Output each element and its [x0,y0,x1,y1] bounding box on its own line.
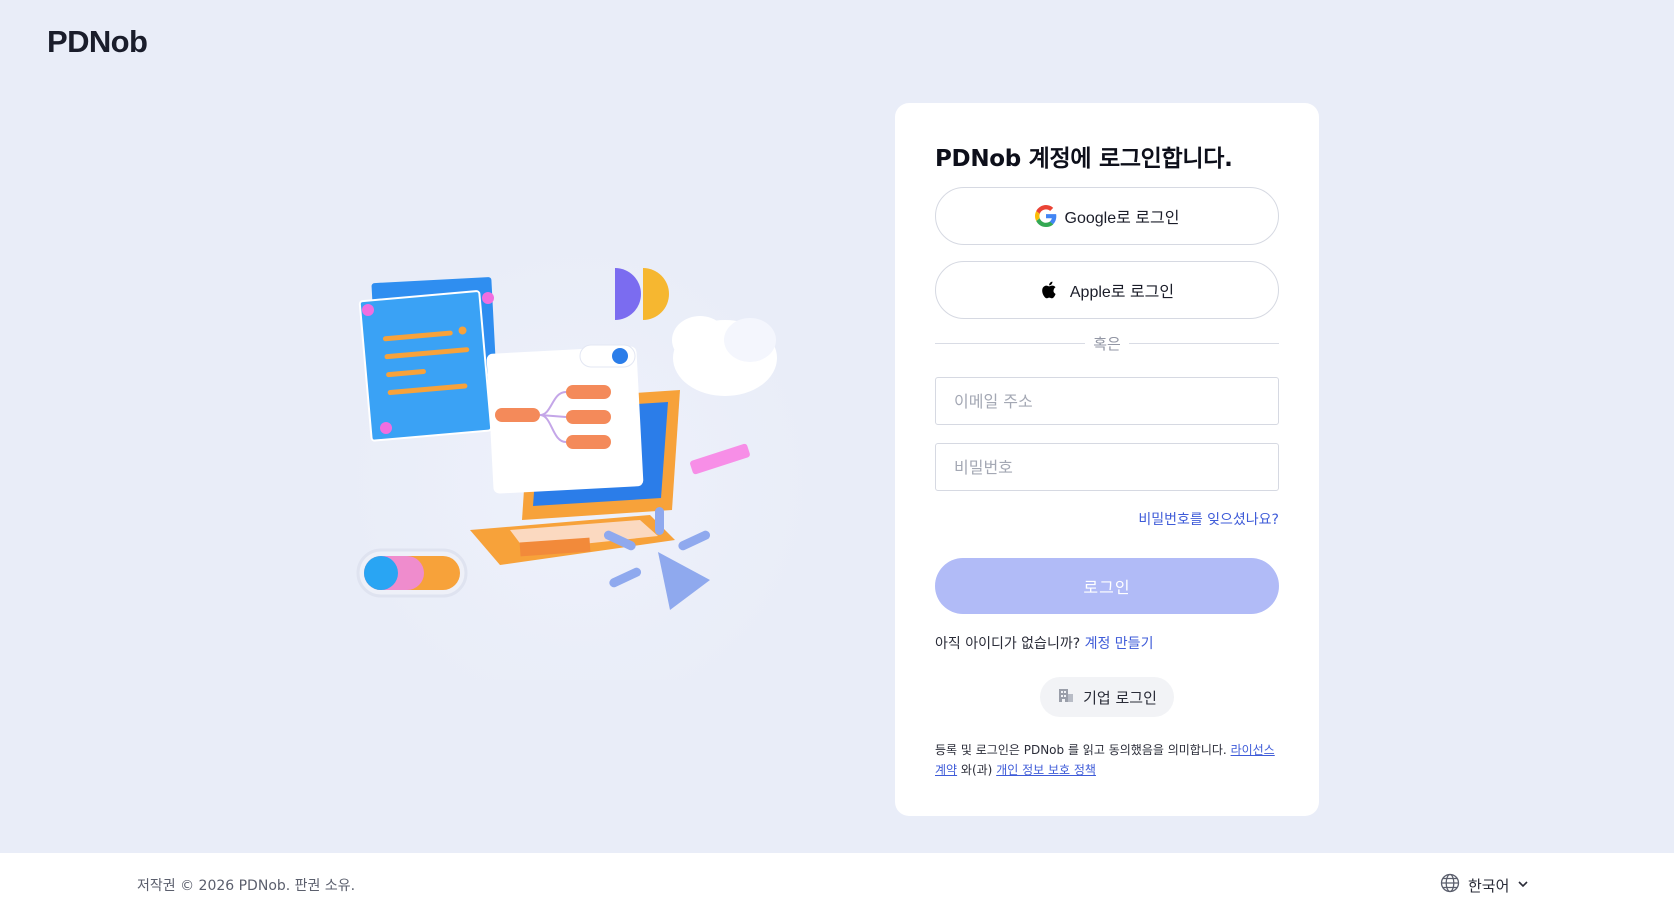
create-account-link[interactable]: 계정 만들기 [1085,636,1154,652]
no-account-text: 아직 아이디가 없습니까? [935,636,1081,652]
google-icon [1034,205,1057,227]
logo[interactable]: PDNob [47,24,148,60]
login-page: PDNob PDNob 계정에 로그인합니다. Google로 로그인 Appl… [0,0,1674,918]
enterprise-login-label: 기업 로그인 [1083,688,1157,707]
login-button[interactable]: 로그인 [935,558,1279,614]
globe-icon [1440,873,1460,897]
terms-prefix: 등록 및 로그인은 PDNob 를 읽고 동의했음을 의미합니다. [935,743,1227,757]
hero-illustration [340,240,820,680]
apple-login-button[interactable]: Apple로 로그인 [935,261,1279,319]
privacy-policy-link[interactable]: 개인 정보 보호 정책 [996,763,1096,777]
apple-icon [1040,279,1062,301]
signup-prompt: 아직 아이디가 없습니까? 계정 만들기 [935,633,1153,653]
or-divider: 혹은 [935,333,1280,353]
google-login-button[interactable]: Google로 로그인 [935,187,1279,245]
google-login-label: Google로 로그인 [1064,210,1180,227]
apple-login-label: Apple로 로그인 [1069,284,1175,301]
copyright-text: 저작권 © 2026 PDNob. 판권 소유. [137,878,356,894]
divider-line-right [1128,342,1280,344]
login-card: PDNob 계정에 로그인합니다. Google로 로그인 Apple로 로그인 [895,103,1319,816]
forgot-password-link[interactable]: 비밀번호를 잊으셨나요? [1138,509,1279,529]
language-selector[interactable]: 한국어 [1440,872,1529,898]
illustration-graphic [356,268,777,610]
password-field[interactable] [935,443,1279,491]
language-label: 한국어 [1468,876,1510,895]
footer: 저작권 © 2026 PDNob. 판권 소유. 한국어 [0,853,1674,918]
terms-and: 와(과) [960,763,993,777]
divider-text: 혹은 [1093,334,1121,353]
terms-notice: 등록 및 로그인은 PDNob 를 읽고 동의했음을 의미합니다. 라이선스계약… [935,740,1279,780]
enterprise-login-button[interactable]: 기업 로그인 [1040,677,1174,717]
building-icon [1057,686,1075,708]
email-field[interactable] [935,377,1279,425]
divider-line-left [935,342,1086,344]
login-title: PDNob 계정에 로그인합니다. [935,146,1233,172]
chevron-down-icon [1517,876,1529,894]
